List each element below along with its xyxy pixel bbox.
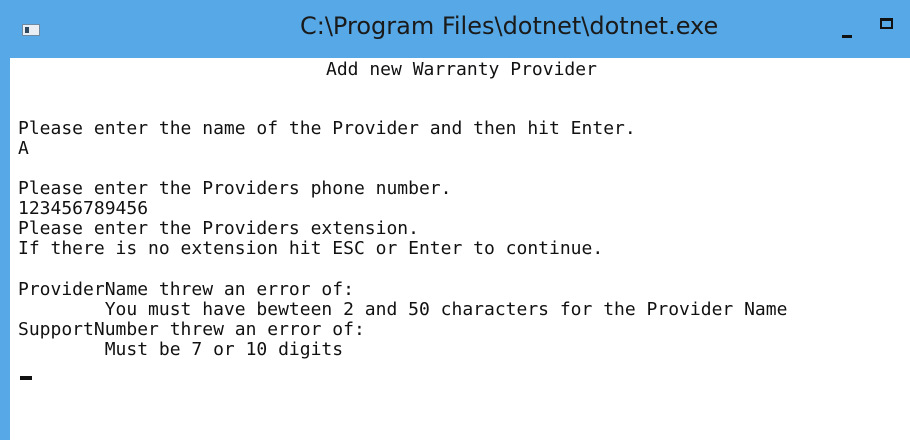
console-line-error-header-name: ProviderName threw an error of: — [18, 279, 354, 300]
console-heading: Add new Warranty Provider — [326, 59, 597, 80]
console-line-extension-prompt: Please enter the Providers extension. — [18, 218, 419, 239]
console-line-name-prompt: Please enter the name of the Provider an… — [18, 118, 636, 139]
text-cursor — [20, 376, 32, 380]
title-bar[interactable]: C:\Program Files\dotnet\dotnet.exe — [0, 0, 910, 58]
console-line-extension-hint: If there is no extension hit ESC or Ente… — [18, 238, 604, 259]
console-output[interactable]: Add new Warranty Provider Please enter t… — [10, 58, 910, 440]
console-line-error-message-number: Must be 7 or 10 digits — [18, 339, 344, 360]
maximize-icon[interactable] — [874, 14, 900, 38]
console-line-error-header-number: SupportNumber threw an error of: — [18, 319, 365, 340]
console-line-error-message-name: You must have bewteen 2 and 50 character… — [18, 299, 788, 320]
console-line-name-input: A — [18, 138, 29, 159]
console-window: C:\Program Files\dotnet\dotnet.exe Add n… — [0, 0, 910, 440]
console-app-icon[interactable] — [22, 24, 40, 36]
minimize-icon[interactable] — [834, 22, 860, 44]
console-line-phone-prompt: Please enter the Providers phone number. — [18, 178, 452, 199]
console-line-phone-input: 123456789456 — [18, 198, 149, 219]
window-title: C:\Program Files\dotnet\dotnet.exe — [300, 12, 719, 40]
